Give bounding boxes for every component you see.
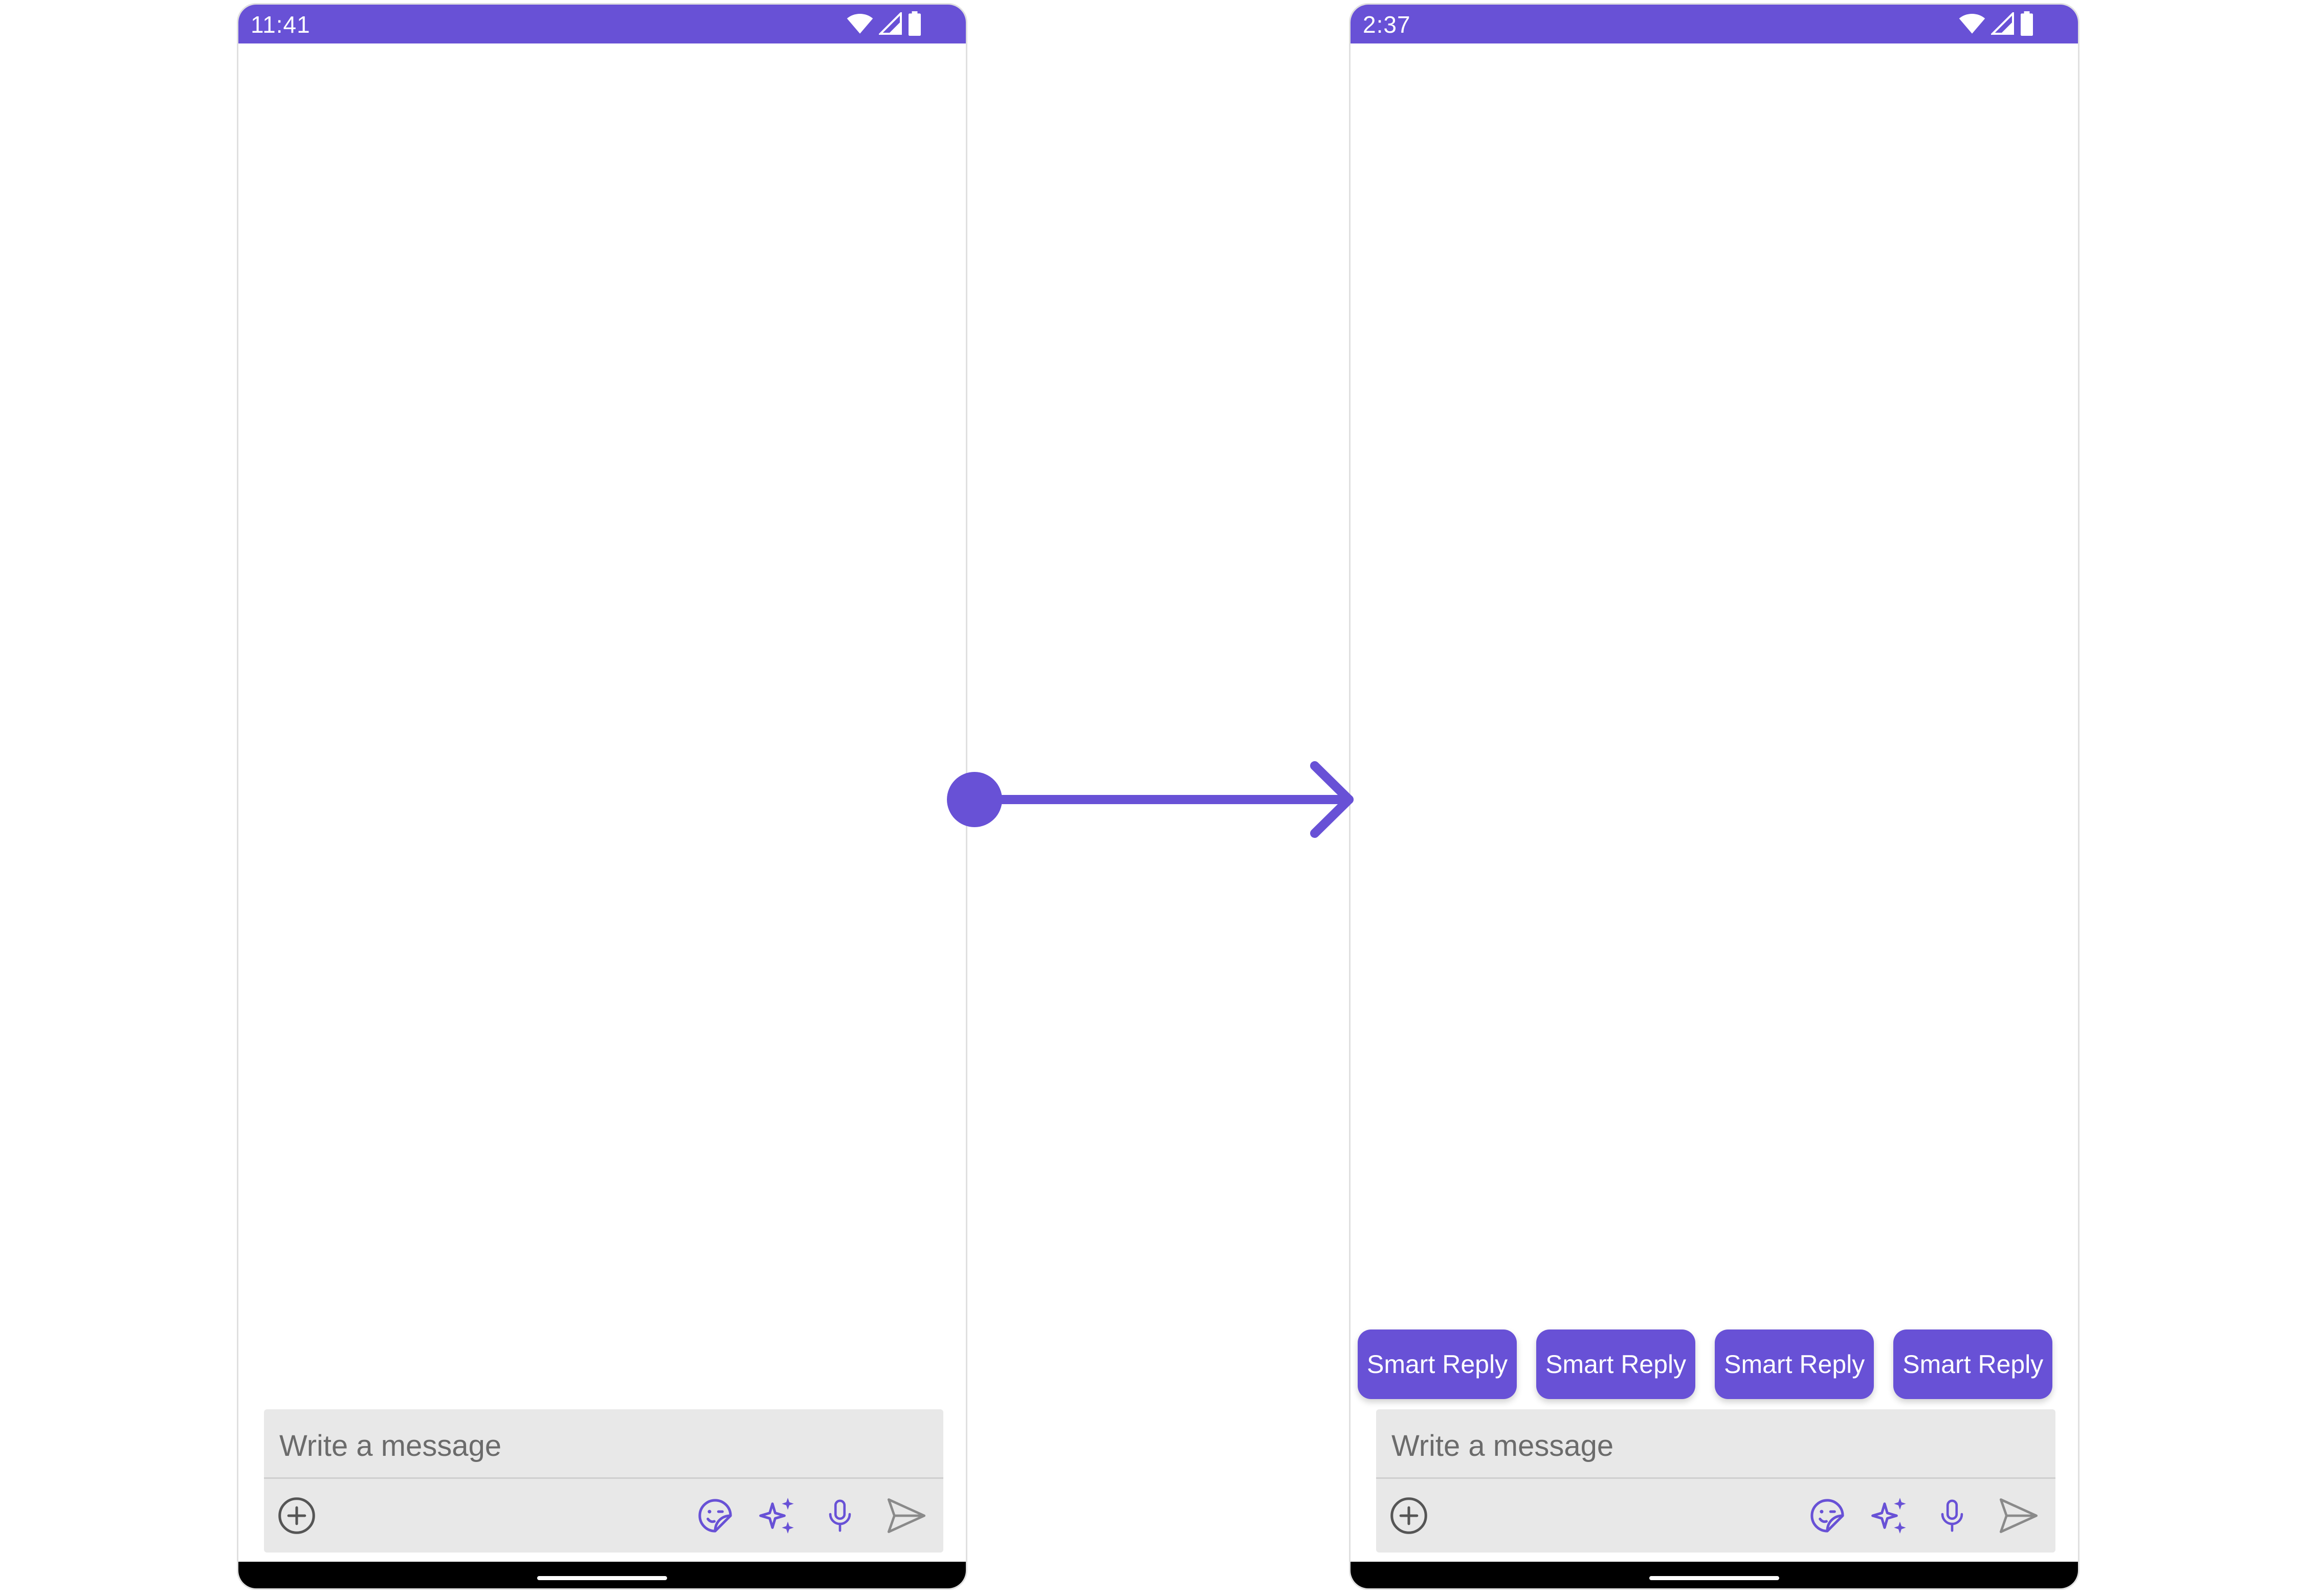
ai-sparkle-icon [1869, 1495, 1910, 1536]
message-input[interactable]: Write a message [264, 1409, 943, 1479]
smart-reply-chip[interactable]: Smart Reply [1358, 1329, 1517, 1399]
voice-record-button[interactable] [1931, 1494, 1974, 1537]
sticker-icon [1808, 1496, 1847, 1535]
composer-actions [1376, 1479, 2055, 1553]
send-button[interactable] [1997, 1494, 2040, 1537]
microphone-icon [1934, 1496, 1970, 1535]
cellular-signal-icon [1991, 12, 2015, 35]
ai-assist-button[interactable] [756, 1494, 799, 1537]
smart-reply-chip[interactable]: Smart Reply [1893, 1329, 2053, 1399]
flow-arrow-head [1310, 761, 1354, 838]
send-icon [1998, 1496, 2040, 1535]
status-icons [846, 10, 922, 37]
status-bar: 2:37 [1351, 5, 2078, 43]
smart-replies-bar: Smart Reply Smart Reply Smart Reply Smar… [1358, 1329, 2053, 1399]
navigation-bar [238, 1562, 966, 1588]
message-composer: Write a message [264, 1409, 943, 1553]
add-circle-icon [1389, 1496, 1428, 1535]
cellular-signal-icon [879, 12, 902, 35]
message-composer: Write a message [1376, 1409, 2055, 1553]
status-time: 2:37 [1363, 11, 1411, 38]
phone-screen-before: 11:41 Write a message [237, 3, 967, 1590]
message-input-placeholder: Write a message [1391, 1429, 1614, 1462]
wifi-icon [1958, 12, 1986, 35]
attach-button[interactable] [1387, 1494, 1430, 1537]
attach-button[interactable] [275, 1494, 318, 1537]
status-icons [1958, 10, 2034, 37]
ai-sparkle-icon [757, 1495, 798, 1536]
phone-screen-after: 2:37 Smart Reply Smart Reply Smart Reply… [1349, 3, 2079, 1590]
voice-record-button[interactable] [818, 1494, 861, 1537]
send-icon [886, 1496, 927, 1535]
composer-actions [264, 1479, 943, 1553]
send-button[interactable] [885, 1494, 928, 1537]
message-input-placeholder: Write a message [279, 1429, 502, 1462]
message-input[interactable]: Write a message [1376, 1409, 2055, 1479]
sticker-button[interactable] [1806, 1494, 1849, 1537]
smart-reply-chip[interactable]: Smart Reply [1715, 1329, 1874, 1399]
home-indicator[interactable] [1649, 1576, 1779, 1580]
status-bar: 11:41 [238, 5, 966, 43]
home-indicator[interactable] [537, 1576, 667, 1580]
add-circle-icon [277, 1496, 316, 1535]
navigation-bar [1351, 1562, 2078, 1588]
microphone-icon [822, 1496, 858, 1535]
battery-icon [908, 11, 922, 36]
sticker-button[interactable] [694, 1494, 737, 1537]
status-time: 11:41 [251, 11, 311, 38]
smart-reply-chip[interactable]: Smart Reply [1536, 1329, 1696, 1399]
sticker-icon [696, 1496, 735, 1535]
battery-icon [2020, 11, 2034, 36]
wifi-icon [846, 12, 874, 35]
ai-assist-button[interactable] [1868, 1494, 1911, 1537]
